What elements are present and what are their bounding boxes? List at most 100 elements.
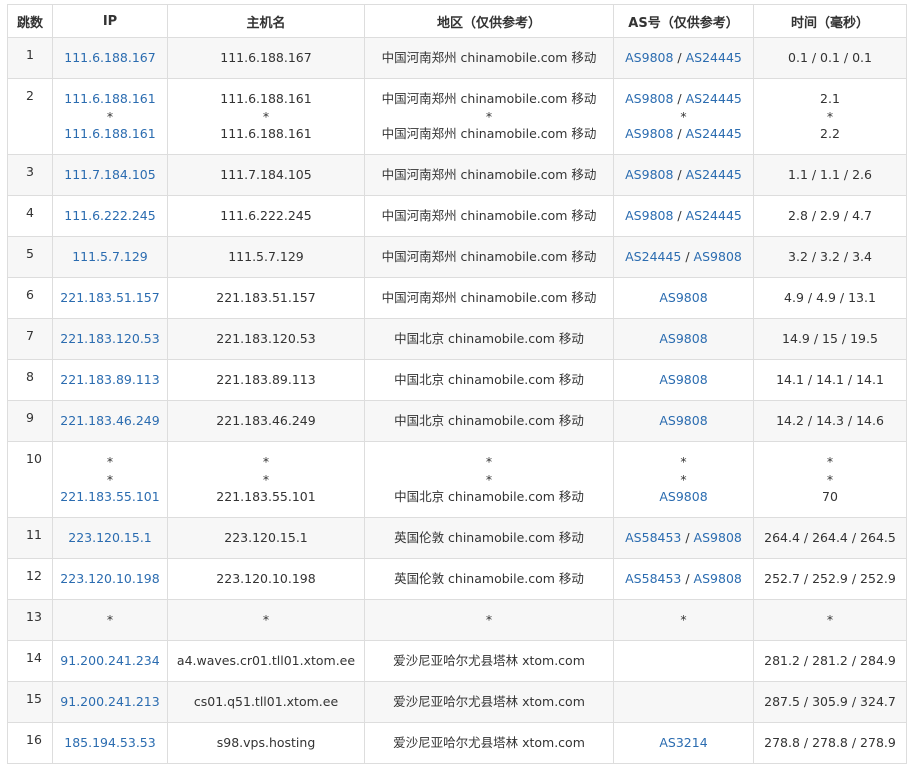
- asn-link[interactable]: AS9808: [625, 167, 673, 182]
- ip-unknown: *: [106, 612, 114, 628]
- asn-separator: /: [681, 571, 694, 587]
- table-row: 5 111.5.7.129 111.5.7.129 中国河南郑州 chinamobil…: [7, 236, 907, 278]
- ip-link[interactable]: 221.183.46.249: [60, 413, 159, 428]
- ip-link[interactable]: 223.120.10.198: [60, 571, 159, 586]
- table-row: 15 91.200.241.213 cs01.q51.tll01.xtom.ee 爱沙…: [7, 681, 907, 723]
- time-text: 14.1 / 14.1 / 14.1: [776, 372, 884, 388]
- ip-link[interactable]: 221.183.89.113: [60, 372, 159, 387]
- ip-cell: 185.194.53.53: [52, 722, 168, 764]
- table-header-row: 跳数 IP 主机名 地区（仅供参考） AS号（仅供参考） 时间（毫秒）: [7, 4, 907, 38]
- time-cell: 4.9 / 4.9 / 13.1: [753, 277, 907, 319]
- asn-link[interactable]: AS9808: [659, 372, 707, 387]
- hostname-cell: 221.183.46.249: [167, 400, 365, 442]
- ip-link[interactable]: 221.183.120.53: [60, 331, 159, 346]
- asn-cell: AS9808: [613, 400, 754, 442]
- asn-link[interactable]: AS9808: [625, 208, 673, 223]
- ip-link[interactable]: 111.6.188.167: [64, 50, 155, 65]
- ip-link[interactable]: 221.183.51.157: [60, 290, 159, 305]
- hostname-text: 221.183.46.249: [216, 413, 316, 429]
- header-time: 时间（毫秒）: [753, 4, 907, 38]
- asn-link[interactable]: AS9808: [694, 571, 742, 586]
- hop-number: 7: [7, 318, 53, 360]
- hop-number: 4: [7, 195, 53, 237]
- time-text: 3.2 / 3.2 / 3.4: [788, 249, 872, 265]
- asn-link[interactable]: AS9808: [694, 530, 742, 545]
- ip-cell: 221.183.46.249: [52, 400, 168, 442]
- header-hop: 跳数: [7, 4, 53, 38]
- asn-link[interactable]: AS9808: [659, 489, 707, 504]
- hop-number: 10: [7, 441, 53, 518]
- region-text: 中国北京 chinamobile.com 移动: [394, 413, 584, 429]
- table-row: 13 * * * * *: [7, 599, 907, 641]
- table-row: 16 185.194.53.53 s98.vps.hosting 爱沙尼亚哈尔尤县塔林…: [7, 722, 907, 764]
- region-cell: *: [364, 599, 614, 641]
- ip-cell: 91.200.241.234: [52, 640, 168, 682]
- hostname-cell: * * 221.183.55.101: [167, 441, 365, 518]
- asn-separator: /: [673, 167, 686, 183]
- hostname-text: 221.183.55.101: [216, 489, 316, 505]
- ip-link[interactable]: 91.200.241.213: [60, 694, 159, 709]
- ip-cell: 223.120.15.1: [52, 517, 168, 559]
- ip-link[interactable]: 111.7.184.105: [64, 167, 155, 182]
- ip-link[interactable]: 221.183.55.101: [60, 489, 159, 504]
- hostname-cell: 221.183.51.157: [167, 277, 365, 319]
- asn-link[interactable]: AS24445: [686, 208, 742, 223]
- ip-link[interactable]: 185.194.53.53: [64, 735, 155, 750]
- asn-cell: AS58453 / AS9808: [613, 517, 754, 559]
- region-cell: 中国河南郑州 chinamobile.com 移动: [364, 277, 614, 319]
- asn-unknown: *: [680, 454, 687, 470]
- hostname-cell: a4.waves.cr01.tll01.xtom.ee: [167, 640, 365, 682]
- ip-link[interactable]: 111.5.7.129: [72, 249, 148, 264]
- ip-link[interactable]: 111.6.188.161: [64, 91, 155, 106]
- asn-link[interactable]: AS24445: [686, 126, 742, 141]
- time-cell: 14.2 / 14.3 / 14.6: [753, 400, 907, 442]
- ip-link[interactable]: 223.120.15.1: [68, 530, 152, 545]
- hop-number: 3: [7, 154, 53, 196]
- region-cell: 爱沙尼亚哈尔尤县塔林 xtom.com: [364, 681, 614, 723]
- region-cell: 英国伦敦 chinamobile.com 移动: [364, 558, 614, 600]
- asn-line: AS24445 / AS9808: [625, 248, 742, 266]
- time-cell: 287.5 / 305.9 / 324.7: [753, 681, 907, 723]
- hostname-cell: 111.5.7.129: [167, 236, 365, 278]
- ip-link[interactable]: 111.6.188.161: [64, 126, 155, 141]
- asn-line: AS9808: [659, 371, 707, 389]
- asn-line: AS9808 / AS24445: [625, 49, 742, 67]
- asn-link[interactable]: AS58453: [625, 571, 681, 586]
- time-text: 14.9 / 15 / 19.5: [782, 331, 878, 347]
- asn-link[interactable]: AS9808: [625, 91, 673, 106]
- hop-number: 5: [7, 236, 53, 278]
- hop-number: 8: [7, 359, 53, 401]
- asn-separator: /: [681, 249, 694, 265]
- asn-link[interactable]: AS58453: [625, 530, 681, 545]
- ip-cell: *: [52, 599, 168, 641]
- asn-link[interactable]: AS24445: [686, 50, 742, 65]
- hop-number: 2: [7, 78, 53, 155]
- traceroute-table: 跳数 IP 主机名 地区（仅供参考） AS号（仅供参考） 时间（毫秒） 1 111…: [7, 4, 907, 764]
- time-text: 252.7 / 252.9 / 252.9: [764, 571, 896, 587]
- table-row: 4 111.6.222.245 111.6.222.245 中国河南郑州 chinam…: [7, 195, 907, 237]
- asn-link[interactable]: AS24445: [686, 91, 742, 106]
- asn-link[interactable]: AS9808: [659, 290, 707, 305]
- ip-cell: 111.6.188.161 * 111.6.188.161: [52, 78, 168, 155]
- asn-line: AS9808 / AS24445: [625, 207, 742, 225]
- traceroute-body: 1 111.6.188.167 111.6.188.167 中国河南郑州 chinam…: [7, 37, 907, 764]
- region-text: *: [485, 454, 493, 470]
- asn-link[interactable]: AS24445: [625, 249, 681, 264]
- asn-link[interactable]: AS24445: [686, 167, 742, 182]
- ip-link[interactable]: 91.200.241.234: [60, 653, 159, 668]
- time-cell: 14.1 / 14.1 / 14.1: [753, 359, 907, 401]
- table-row: 3 111.7.184.105 111.7.184.105 中国河南郑州 chinam…: [7, 154, 907, 196]
- asn-link[interactable]: AS9808: [625, 50, 673, 65]
- region-text: 英国伦敦 chinamobile.com 移动: [394, 571, 584, 587]
- table-row: 8 221.183.89.113 221.183.89.113 中国北京 chinam…: [7, 359, 907, 401]
- ip-link[interactable]: 111.6.222.245: [64, 208, 155, 223]
- asn-link[interactable]: AS9808: [659, 413, 707, 428]
- asn-link[interactable]: AS3214: [659, 735, 707, 750]
- asn-link[interactable]: AS9808: [659, 331, 707, 346]
- asn-link[interactable]: AS9808: [625, 126, 673, 141]
- region-cell: 英国伦敦 chinamobile.com 移动: [364, 517, 614, 559]
- hostname-text: 223.120.10.198: [216, 571, 316, 587]
- asn-link[interactable]: AS9808: [694, 249, 742, 264]
- hostname-cell: cs01.q51.tll01.xtom.ee: [167, 681, 365, 723]
- asn-line: *: [680, 453, 686, 471]
